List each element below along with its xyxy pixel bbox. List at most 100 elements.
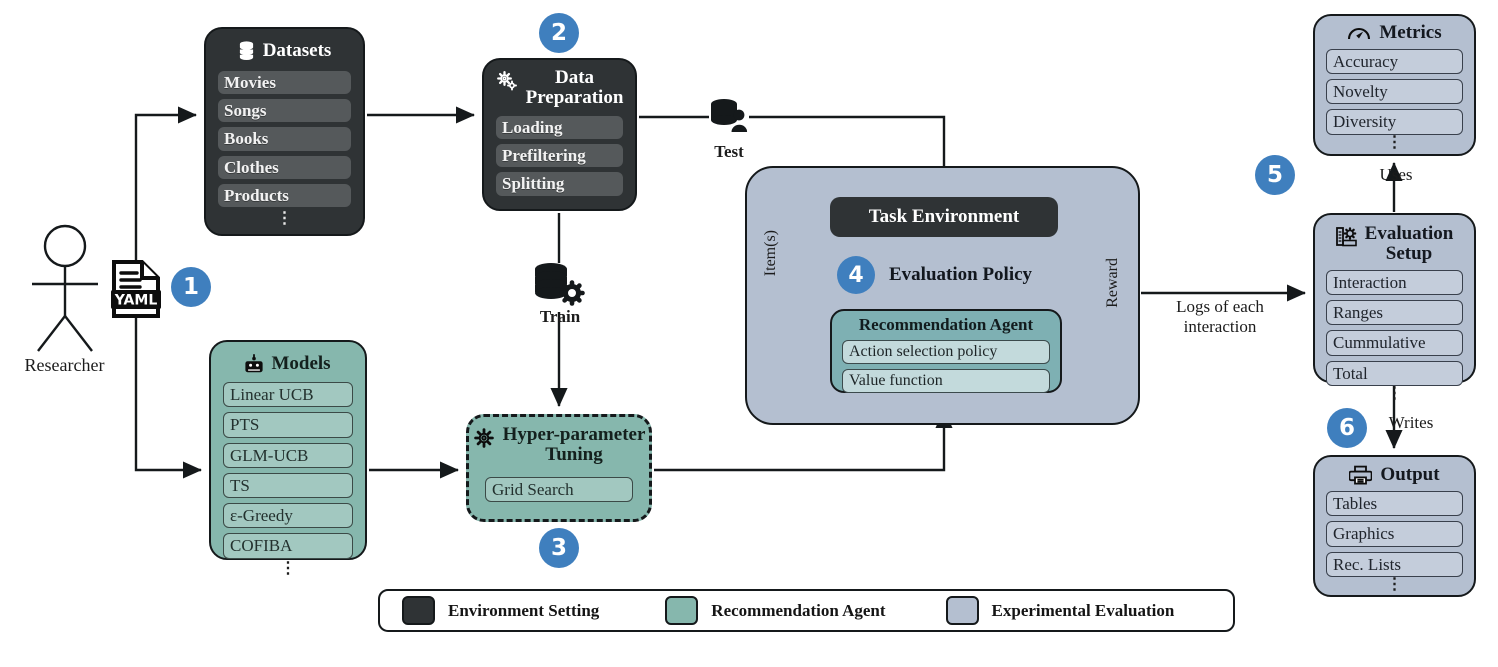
- evaluation-setup-title-line1: Evaluation: [1364, 223, 1454, 244]
- robot-icon: [245, 354, 264, 373]
- legend-item-experimental-evaluation: Experimental Evaluation: [945, 596, 1174, 625]
- output-card[interactable]: Output Tables Graphics Rec. Lists ⋮: [1313, 455, 1476, 597]
- list-item[interactable]: Loading: [496, 115, 623, 140]
- list-item[interactable]: Clothes: [218, 155, 351, 179]
- step-badge-2: 2: [539, 13, 579, 53]
- legend-item-environment-setting: Environment Setting: [402, 596, 599, 625]
- evaluation-setup-list: Interaction Ranges Cummulative Total: [1315, 269, 1474, 386]
- datasets-card[interactable]: Datasets Movies Songs Books Clothes Prod…: [204, 27, 365, 236]
- list-item[interactable]: Cummulative: [1326, 330, 1463, 356]
- evaluation-setup-card[interactable]: Evaluation Setup Interaction Ranges Cumm…: [1313, 213, 1476, 401]
- list-item[interactable]: Novelty: [1326, 79, 1463, 105]
- list-item[interactable]: Songs: [218, 99, 351, 123]
- step-badge-3: 3: [539, 528, 579, 568]
- diagram-canvas: Researcher YAML 1 2 3 5 6 Datasets Movie…: [0, 0, 1498, 667]
- list-item[interactable]: Products: [218, 183, 351, 208]
- models-card[interactable]: Models Linear UCB PTS GLM-UCB TS ε-Greed…: [209, 340, 367, 576]
- list-item[interactable]: Grid Search: [485, 476, 633, 503]
- list-item[interactable]: COFIBA: [223, 533, 353, 559]
- list-item[interactable]: Value function: [842, 368, 1050, 393]
- researcher-label: Researcher: [24, 355, 105, 375]
- hyperparameter-tuning-card[interactable]: Hyper-parameter Tuning Grid Search: [466, 414, 652, 522]
- data-preparation-card[interactable]: Data Preparation Loading Prefiltering Sp…: [482, 58, 637, 211]
- logs-line-1: Logs of each: [1176, 297, 1264, 316]
- models-list: Linear UCB PTS GLM-UCB TS ε-Greedy COFIB…: [211, 382, 365, 559]
- list-item[interactable]: Accuracy: [1326, 48, 1463, 75]
- task-environment-box[interactable]: Task Environment: [830, 197, 1058, 237]
- train-label: Train: [539, 307, 581, 326]
- test-label: Test: [714, 142, 744, 161]
- list-item[interactable]: Graphics: [1326, 521, 1463, 547]
- printer-icon: [1349, 465, 1373, 485]
- hyperparameter-tuning-list: Grid Search: [469, 476, 649, 503]
- list-item[interactable]: Prefiltering: [496, 144, 623, 168]
- gear-icon: [473, 428, 494, 448]
- metrics-title: Metrics: [1379, 22, 1442, 43]
- list-item[interactable]: Rec. Lists: [1326, 551, 1463, 577]
- legend: Environment Setting Recommendation Agent…: [378, 589, 1235, 632]
- datasets-more-ellipsis: ⋮: [276, 210, 293, 228]
- list-item[interactable]: ε-Greedy: [223, 503, 353, 529]
- legend-swatch-experimental-evaluation: [945, 596, 979, 625]
- list-item[interactable]: Movies: [218, 70, 351, 95]
- database-icon: [239, 41, 253, 61]
- step-badge-1: 1: [171, 267, 211, 307]
- datasets-list: Movies Songs Books Clothes Products: [206, 70, 363, 208]
- metrics-header: Metrics: [1315, 23, 1474, 43]
- output-list: Tables Graphics Rec. Lists: [1315, 491, 1474, 577]
- yaml-label: YAML: [114, 293, 158, 309]
- list-item[interactable]: Linear UCB: [223, 382, 353, 408]
- list-item[interactable]: Ranges: [1326, 300, 1463, 326]
- evaluation-policy-title: Evaluation Policy: [889, 264, 1033, 285]
- evaluation-setup-title-line2: Setup: [1385, 242, 1433, 264]
- edge-label-uses: Uses: [1379, 165, 1413, 184]
- metrics-more-ellipsis: ⋮: [1386, 133, 1403, 151]
- step-badge-5: 5: [1255, 155, 1295, 195]
- list-item[interactable]: Diversity: [1326, 109, 1463, 135]
- gauge-icon: [1348, 28, 1371, 40]
- list-item[interactable]: Books: [218, 127, 351, 151]
- hyperparameter-tuning-header: Hyper-parameter Tuning: [469, 425, 649, 465]
- hpt-title-line1: Hyper-parameter: [502, 424, 646, 445]
- list-item[interactable]: Splitting: [496, 172, 623, 196]
- hyperparameter-tuning-title: Hyper-parameter Tuning: [503, 425, 646, 465]
- datasets-header: Datasets: [206, 41, 363, 61]
- edge-label-logs: Logs of each interaction: [1145, 297, 1295, 336]
- legend-label-environment-setting: Environment Setting: [448, 600, 600, 620]
- evaluation-policy-card[interactable]: Task Environment 4 Evaluation Policy Rec…: [745, 166, 1140, 425]
- recommendation-agent-list: Action selection policy Value function: [832, 339, 1060, 393]
- metrics-card[interactable]: Metrics Accuracy Novelty Diversity ⋮: [1313, 14, 1476, 156]
- legend-swatch-recommendation-agent: [665, 596, 699, 625]
- metrics-list: Accuracy Novelty Diversity: [1315, 48, 1474, 135]
- step-badge-4: 4: [837, 256, 875, 294]
- list-item[interactable]: PTS: [223, 412, 353, 438]
- evaluation-setup-more-ellipsis: ⋮: [1386, 384, 1403, 402]
- recommendation-agent-title: Recommendation Agent: [858, 315, 1034, 334]
- researcher-figure-icon: [32, 224, 98, 352]
- step-badge-6: 6: [1327, 408, 1367, 448]
- gears-icon: [496, 71, 517, 91]
- output-title: Output: [1380, 464, 1440, 486]
- data-preparation-title-line2: Preparation: [525, 86, 624, 108]
- edge-label-writes: Writes: [1388, 413, 1434, 432]
- evaluation-setup-title: Evaluation Setup: [1365, 224, 1454, 264]
- yaml-file-icon: YAML: [111, 260, 161, 318]
- test-dataset-icon: [711, 99, 748, 132]
- list-item[interactable]: Total: [1326, 360, 1463, 386]
- list-item[interactable]: Interaction: [1326, 269, 1463, 296]
- train-dataset-icon: [535, 263, 585, 306]
- models-header: Models: [211, 354, 365, 374]
- list-item[interactable]: Action selection policy: [842, 339, 1050, 364]
- edge-label-items: Item(s): [762, 230, 779, 277]
- models-title: Models: [271, 353, 331, 375]
- models-more-ellipsis: ⋮: [280, 559, 296, 577]
- legend-swatch-environment-setting: [402, 596, 435, 625]
- list-item[interactable]: Tables: [1326, 491, 1463, 517]
- list-item[interactable]: TS: [223, 472, 353, 498]
- edge-label-reward: Reward: [1104, 258, 1121, 308]
- recommendation-agent-box[interactable]: Recommendation Agent Action selection po…: [830, 309, 1062, 393]
- list-item[interactable]: GLM-UCB: [223, 442, 353, 468]
- output-more-ellipsis: ⋮: [1386, 575, 1403, 593]
- data-preparation-title: Data Preparation: [526, 68, 624, 108]
- settings-report-icon: [1335, 227, 1357, 247]
